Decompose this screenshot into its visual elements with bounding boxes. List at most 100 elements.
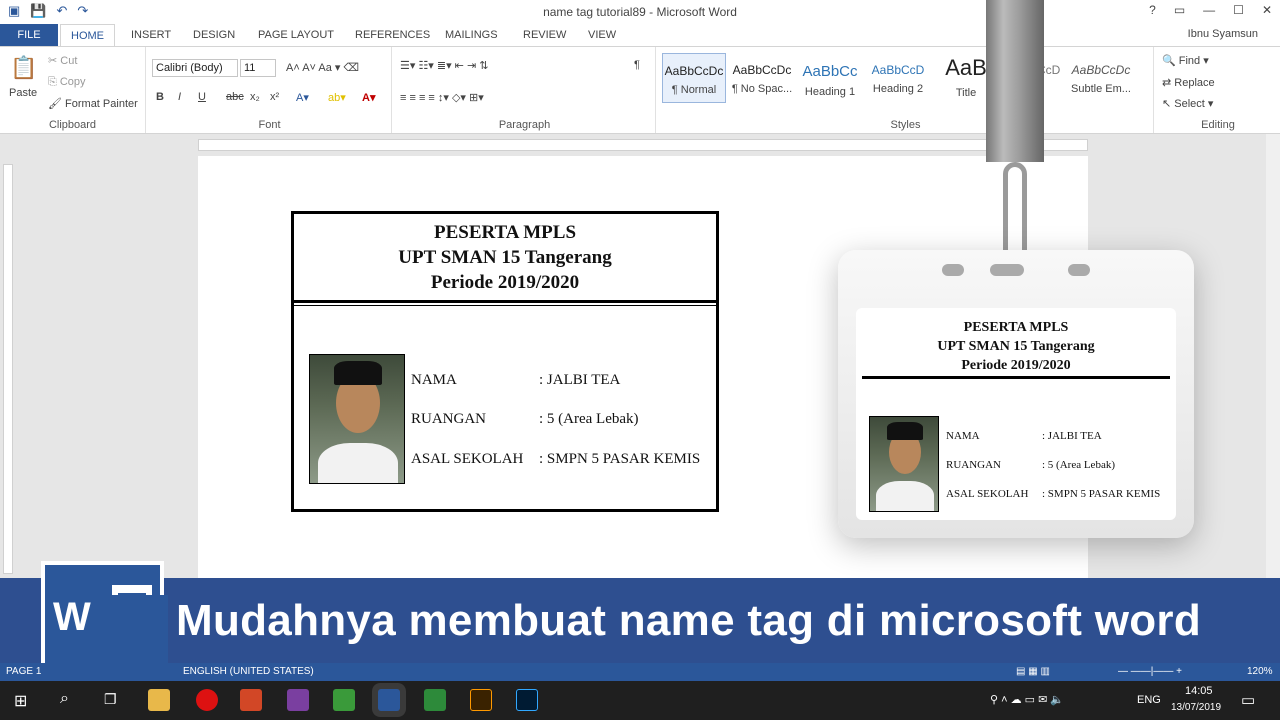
- underline-button[interactable]: U: [198, 91, 206, 103]
- close-icon[interactable]: ✕: [1262, 3, 1272, 17]
- field-nama-value: : JALBI TEA: [539, 372, 621, 388]
- holder-slot: [990, 264, 1024, 276]
- card-header: PESERTA MPLS UPT SMAN 15 Tangerang Perio…: [294, 220, 716, 295]
- lanyard-strap: [986, 0, 1044, 162]
- editing-group: 🔍 Find ▾ ⇄ Replace ↖ Select ▾ Editing: [1156, 47, 1280, 133]
- format-painter-label: Format Painter: [65, 98, 138, 110]
- style-sample: AaBbCcDc: [1071, 63, 1131, 77]
- style-heading-1[interactable]: AaBbCc Heading 1: [798, 53, 862, 103]
- tab-references[interactable]: REFERENCES: [345, 24, 440, 46]
- help-icon[interactable]: ?: [1149, 3, 1156, 17]
- grow-font-button[interactable]: A˄ A˅ Aa ▾ ⌫: [286, 61, 359, 74]
- tray-icons[interactable]: ⚲ ˄ ☁ ▭ ✉ 🔈: [990, 693, 1064, 706]
- find-button[interactable]: 🔍 Find ▾: [1162, 54, 1209, 67]
- tab-design[interactable]: DESIGN: [183, 24, 245, 46]
- style-name: Subtle Em...: [1071, 83, 1131, 95]
- user-account[interactable]: Ibnu Syamsun: [1188, 28, 1258, 40]
- title-bar: ▣ 💾 ↶ ↷ name tag tutorial89 - Microsoft …: [0, 0, 1280, 24]
- text-effects-icon[interactable]: A▾: [296, 91, 309, 104]
- style-no-spacing[interactable]: AaBbCcDc ¶ No Spac...: [730, 53, 794, 103]
- tab-file[interactable]: FILE: [0, 24, 58, 46]
- zoom-slider[interactable]: — ——|—— +: [1118, 666, 1182, 677]
- show-formatting-button[interactable]: ¶: [634, 59, 640, 71]
- page-indicator[interactable]: PAGE 1: [6, 666, 41, 677]
- zoom-level[interactable]: 120%: [1247, 666, 1273, 677]
- field-sekolah-label: ASAL SEKOLAH: [411, 451, 524, 467]
- notifications-icon[interactable]: ▭: [1241, 691, 1255, 709]
- replace-button[interactable]: ⇄ Replace: [1162, 76, 1215, 89]
- photoshop-icon[interactable]: [516, 689, 538, 711]
- paste-button[interactable]: Paste: [9, 87, 37, 99]
- list-buttons[interactable]: ☰▾ ☷▾ ≣▾ ⇤ ⇥ ⇅: [400, 59, 488, 72]
- ruler-track[interactable]: [198, 139, 1088, 151]
- preview-photo: [869, 416, 939, 512]
- ribbon-tabs: FILE HOME INSERT DESIGN PAGE LAYOUT REFE…: [0, 24, 1280, 46]
- holder-slot: [1068, 264, 1090, 276]
- select-button[interactable]: ↖ Select ▾: [1162, 97, 1213, 110]
- style-subtle-emphasis[interactable]: AaBbCcDc Subtle Em...: [1066, 53, 1136, 103]
- style-sample: AaBbCcDc: [664, 64, 724, 78]
- notepad-icon[interactable]: [333, 689, 355, 711]
- styles-group: AaBbCcDc ¶ Normal AaBbCcDc ¶ No Spac... Aa…: [658, 47, 1154, 133]
- field-ruangan-value: : 5 (Area Lebak): [539, 411, 639, 427]
- preview-nama-label: NAMA: [946, 430, 980, 442]
- preview-school: UPT SMAN 15 Tangerang: [937, 339, 1095, 354]
- input-language[interactable]: ENG: [1137, 694, 1161, 706]
- opera-icon[interactable]: [196, 689, 218, 711]
- cut-button[interactable]: ✂ Cut: [48, 54, 77, 67]
- clock-date[interactable]: 13/07/2019: [1171, 702, 1221, 713]
- style-heading-2[interactable]: AaBbCcD Heading 2: [866, 53, 930, 103]
- tab-review[interactable]: REVIEW: [513, 24, 576, 46]
- name-tag-table[interactable]: PESERTA MPLS UPT SMAN 15 Tangerang Perio…: [291, 211, 719, 512]
- strikethrough-button[interactable]: abc: [226, 91, 244, 103]
- vertical-ruler: [0, 156, 16, 576]
- bold-button[interactable]: B: [156, 91, 164, 103]
- font-color-icon[interactable]: A▾: [362, 91, 375, 104]
- superscript-button[interactable]: x²: [270, 91, 279, 103]
- task-view-icon[interactable]: ❐: [104, 691, 117, 708]
- maximize-icon[interactable]: ☐: [1233, 3, 1244, 17]
- start-icon[interactable]: ⊞: [14, 691, 27, 711]
- tab-mailings[interactable]: MAILINGS: [435, 24, 508, 46]
- word-logo: W: [41, 561, 168, 703]
- powerpoint-icon[interactable]: [240, 689, 262, 711]
- language-indicator[interactable]: ENGLISH (UNITED STATES): [183, 666, 314, 677]
- highlight-icon[interactable]: ab▾: [328, 91, 346, 104]
- clipboard-group-label: Clipboard: [48, 119, 97, 131]
- tab-page-layout[interactable]: PAGE LAYOUT: [248, 24, 344, 46]
- window-controls: ? ▭ — ☐ ✕: [1149, 3, 1272, 17]
- search-icon[interactable]: ⌕: [60, 690, 69, 708]
- ribbon-display-icon[interactable]: ▭: [1174, 3, 1185, 17]
- word-taskbar-icon[interactable]: [378, 689, 400, 711]
- tab-insert[interactable]: INSERT: [121, 24, 181, 46]
- paste-icon[interactable]: 📋: [10, 55, 37, 81]
- style-normal[interactable]: AaBbCcDc ¶ Normal: [662, 53, 726, 103]
- italic-button[interactable]: I: [178, 91, 181, 103]
- view-mode-icons[interactable]: ▤ ▦ ▥: [1016, 666, 1050, 677]
- style-name: Heading 2: [872, 83, 924, 95]
- minimize-icon[interactable]: —: [1203, 3, 1215, 17]
- photo-cap: [887, 422, 923, 440]
- preview-sekolah-label: ASAL SEKOLAH: [946, 488, 1029, 500]
- preview-sekolah-value: : SMPN 5 PASAR KEMIS: [1042, 488, 1161, 500]
- font-group-label: Font: [258, 119, 281, 131]
- preview-title: PESERTA MPLS: [963, 320, 1069, 335]
- format-painter-button[interactable]: 🖌 Format Painter: [48, 97, 138, 110]
- copy-button[interactable]: ⎘ Copy: [48, 76, 86, 89]
- illustrator-icon[interactable]: [470, 689, 492, 711]
- clock-time[interactable]: 14:05: [1185, 685, 1213, 697]
- tab-home[interactable]: HOME: [60, 24, 115, 46]
- style-sample: AaBbCcD: [871, 63, 925, 77]
- file-explorer-icon[interactable]: [148, 689, 170, 711]
- styles-group-label: Styles: [890, 119, 921, 131]
- tab-view[interactable]: VIEW: [578, 24, 626, 46]
- font-family-select[interactable]: Calibri (Body): [152, 59, 238, 77]
- app-icon[interactable]: [287, 689, 309, 711]
- status-bar: PAGE 1 ENGLISH (UNITED STATES) ▤ ▦ ▥ — —…: [0, 663, 1280, 681]
- font-size-select[interactable]: 11: [240, 59, 276, 77]
- alignment-buttons[interactable]: ≡ ≡ ≡ ≡ ↕▾ ◇▾ ⊞▾: [400, 91, 484, 104]
- camtasia-icon[interactable]: [424, 689, 446, 711]
- cut-label: Cut: [60, 55, 78, 67]
- vertical-scrollbar[interactable]: [1266, 134, 1280, 578]
- subscript-button[interactable]: x₂: [250, 91, 260, 103]
